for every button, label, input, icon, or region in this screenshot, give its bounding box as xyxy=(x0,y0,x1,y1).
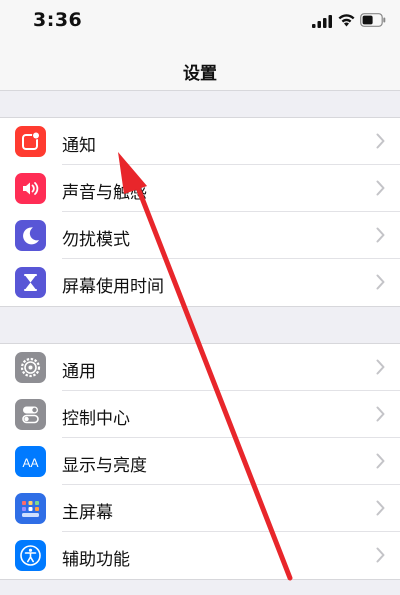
status-bar: 3:36 xyxy=(0,0,400,44)
settings-item-label: 通用 xyxy=(62,362,96,382)
accessibility-icon xyxy=(15,540,46,571)
toggles-icon xyxy=(15,399,46,430)
chevron-right-icon xyxy=(376,180,385,196)
settings-item-label: 声音与触感 xyxy=(62,183,147,203)
chevron-right-icon xyxy=(376,453,385,469)
settings-item-screen-time[interactable]: 屏幕使用时间 xyxy=(0,259,400,306)
moon-icon xyxy=(15,220,46,251)
settings-item-control-center[interactable]: 控制中心 xyxy=(0,391,400,438)
battery-icon xyxy=(360,13,386,27)
gear-icon xyxy=(15,352,46,383)
wifi-icon xyxy=(338,14,355,27)
settings-item-accessibility[interactable]: 辅助功能 xyxy=(0,532,400,579)
chevron-right-icon xyxy=(376,227,385,243)
chevron-right-icon xyxy=(376,274,385,290)
text-size-icon: AA xyxy=(15,446,46,477)
settings-item-label: 屏幕使用时间 xyxy=(62,277,164,297)
settings-item-label: 显示与亮度 xyxy=(62,456,147,476)
notifications-icon xyxy=(15,126,46,157)
settings-item-display-brightness[interactable]: AA 显示与亮度 xyxy=(0,438,400,485)
app-grid-icon xyxy=(15,493,46,524)
settings-group-2: 通用 控制中心 AA 显示与亮度 主屏幕 辅助功能 xyxy=(0,343,400,580)
settings-group-1: 通知 声音与触感 勿扰模式 屏幕使用时间 xyxy=(0,117,400,307)
chevron-right-icon xyxy=(376,359,385,375)
settings-item-label: 辅助功能 xyxy=(62,550,130,570)
settings-item-home-screen[interactable]: 主屏幕 xyxy=(0,485,400,532)
page-title: 设置 xyxy=(183,64,217,84)
sounds-icon xyxy=(15,173,46,204)
chevron-right-icon xyxy=(376,406,385,422)
hourglass-icon xyxy=(15,267,46,298)
settings-item-label: 勿扰模式 xyxy=(62,230,130,250)
navigation-bar: 设置 xyxy=(0,44,400,91)
chevron-right-icon xyxy=(376,547,385,563)
svg-text:AA: AA xyxy=(22,456,38,470)
settings-item-label: 通知 xyxy=(62,136,96,156)
settings-item-do-not-disturb[interactable]: 勿扰模式 xyxy=(0,212,400,259)
chevron-right-icon xyxy=(376,500,385,516)
cellular-signal-icon xyxy=(312,15,332,28)
status-time: 3:36 xyxy=(33,9,83,31)
settings-item-label: 控制中心 xyxy=(62,409,130,429)
settings-item-general[interactable]: 通用 xyxy=(0,344,400,391)
settings-item-notifications[interactable]: 通知 xyxy=(0,118,400,165)
chevron-right-icon xyxy=(376,133,385,149)
settings-item-label: 主屏幕 xyxy=(62,503,113,523)
settings-item-sounds[interactable]: 声音与触感 xyxy=(0,165,400,212)
